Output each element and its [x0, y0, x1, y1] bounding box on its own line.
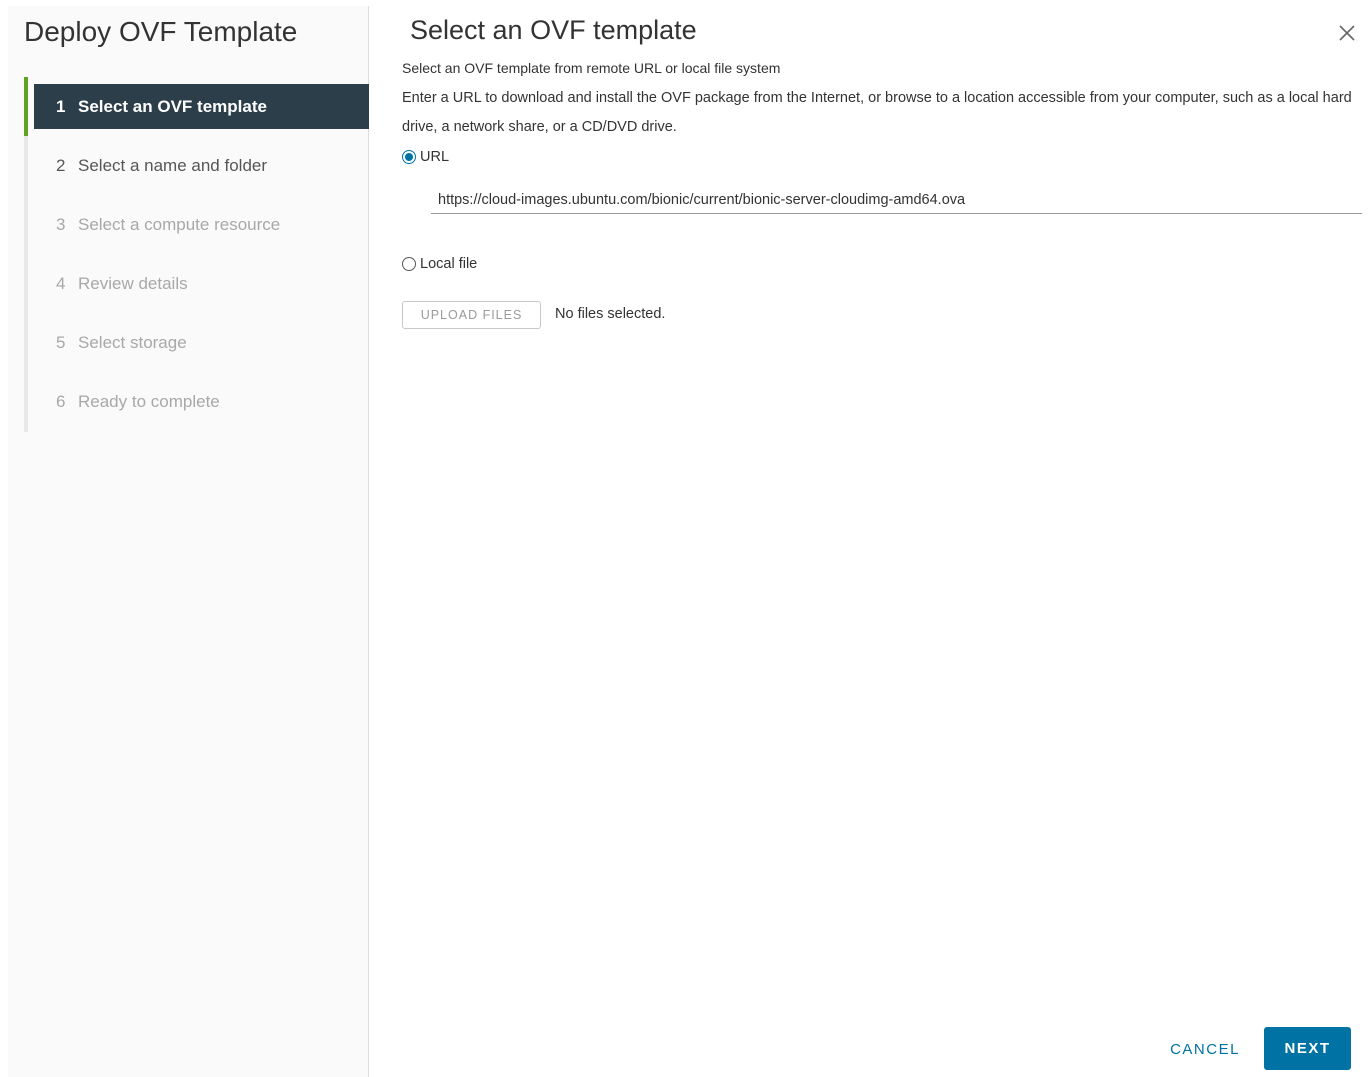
deploy-ovf-dialog: Deploy OVF Template 1 Select an OVF templ… [0, 0, 1371, 1077]
upload-files-button: UPLOAD FILES [402, 301, 541, 329]
step-review-details: 4 Review details [34, 261, 369, 306]
file-status: No files selected. [555, 306, 666, 322]
url-radio[interactable] [402, 150, 416, 164]
step-label: Review details [78, 274, 188, 293]
step-number: 6 [56, 392, 66, 411]
step-select-storage: 5 Select storage [34, 320, 369, 365]
page-subtitle: Select an OVF template from remote URL o… [402, 60, 781, 76]
page-description: Enter a URL to download and install the … [402, 90, 1352, 135]
step-select-name-and-folder[interactable]: 2 Select a name and folder [34, 143, 369, 188]
step-number: 4 [56, 274, 66, 293]
step-ready-to-complete: 6 Ready to complete [34, 379, 369, 424]
local-file-option[interactable]: Local file [402, 256, 477, 272]
close-icon[interactable] [1336, 22, 1358, 44]
step-label: Select an OVF template [78, 97, 267, 116]
url-radio-label: URL [420, 149, 450, 165]
step-label: Select a compute resource [78, 215, 281, 234]
step-number: 5 [56, 333, 66, 352]
next-button[interactable]: NEXT [1264, 1027, 1351, 1070]
local-file-radio-label: Local file [420, 256, 478, 272]
local-file-radio[interactable] [402, 257, 416, 271]
step-number: 1 [56, 97, 66, 116]
cancel-button[interactable]: CANCEL [1157, 1028, 1253, 1070]
step-select-ovf-template[interactable]: 1 Select an OVF template [34, 84, 369, 129]
wizard-steps: 1 Select an OVF template 2 Select a name a… [24, 77, 369, 432]
step-select-compute-resource: 3 Select a compute resource [34, 202, 369, 247]
active-step-marker [24, 77, 28, 136]
wizard-title: Deploy OVF Template [24, 16, 298, 47]
step-label: Select a name and folder [78, 156, 268, 175]
step-label: Ready to complete [78, 392, 220, 411]
step-number: 3 [56, 215, 66, 234]
url-option[interactable]: URL [402, 149, 449, 165]
page-title: Select an OVF template [410, 15, 697, 45]
wizard-content: Select an OVF template Select an OVF tem… [370, 0, 1371, 1077]
wizard-sidebar: Deploy OVF Template 1 Select an OVF templ… [8, 6, 369, 1077]
step-number: 2 [56, 156, 66, 175]
step-label: Select storage [78, 333, 187, 352]
url-input[interactable] [431, 186, 1362, 214]
